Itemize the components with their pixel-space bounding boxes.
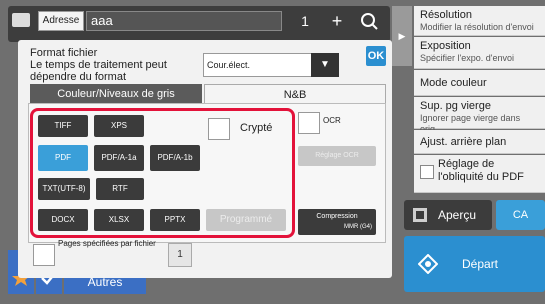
tab-color[interactable]: Couleur/Niveaux de gris	[30, 84, 202, 104]
menu-color-mode[interactable]: Mode couleur	[414, 70, 545, 96]
preview-button[interactable]: Aperçu	[404, 200, 492, 230]
menu-exposition-title: Exposition	[420, 40, 471, 52]
preview-label: Aperçu	[438, 208, 477, 222]
address-label[interactable]: Adresse	[38, 11, 84, 31]
crypted-label: Crypté	[240, 122, 273, 134]
ocr-settings-button[interactable]: Réglage OCR	[298, 146, 376, 166]
address-field[interactable]: aaa	[86, 11, 282, 31]
start-icon	[418, 254, 438, 274]
compression-value: MMR (G4)	[344, 224, 372, 230]
pages-per-file-label: Pages spécifiées par fichier	[58, 239, 156, 248]
start-button[interactable]: Départ	[404, 236, 545, 292]
menu-blank-page[interactable]: Sup. pg vierge Ignorer page vierge dans …	[414, 97, 545, 134]
search-button[interactable]	[356, 10, 382, 32]
menu-resolution[interactable]: Résolution Modifier la résolution d'envo…	[414, 6, 545, 36]
menu-resolution-sub: Modifier la résolution d'envoi	[420, 22, 534, 32]
menu-background[interactable]: Ajust. arrière plan	[414, 130, 545, 154]
menu-color-mode-title: Mode couleur	[420, 77, 487, 89]
menu-exposition[interactable]: Exposition Spécifier l'expo. d'envoi	[414, 37, 545, 69]
compression-label: Compression	[316, 213, 358, 220]
menu-blank-page-title: Sup. pg vierge	[420, 100, 491, 112]
ok-button[interactable]: OK	[366, 46, 386, 66]
copies-count: 1	[301, 13, 309, 29]
collapse-menu-arrow[interactable]: ▶	[392, 6, 412, 66]
start-label: Départ	[462, 257, 499, 271]
address-book-icon[interactable]	[12, 13, 30, 27]
compression-button[interactable]: Compression MMR (G4)	[298, 209, 376, 235]
ocr-checkbox[interactable]	[298, 112, 320, 134]
file-format-label: Format fichier Le temps de traitement pe…	[30, 47, 167, 83]
ca-button[interactable]: CA	[496, 200, 545, 230]
search-icon	[361, 13, 378, 30]
ocr-label: OCR	[323, 116, 341, 125]
menu-pdf-skew-title: Réglage de l'obliquité du PDF	[438, 158, 524, 183]
chevron-down-icon[interactable]: ▼	[311, 53, 339, 77]
add-button[interactable]: +	[324, 10, 350, 32]
menu-background-title: Ajust. arrière plan	[420, 136, 507, 148]
preview-icon	[413, 208, 427, 222]
pdf-skew-checkbox[interactable]	[420, 165, 434, 179]
crypted-checkbox[interactable]	[208, 118, 230, 140]
tab-bw[interactable]: N&B	[204, 84, 386, 104]
menu-resolution-title: Résolution	[420, 9, 472, 21]
pages-per-file-value[interactable]: 1	[168, 243, 192, 267]
pages-per-file-checkbox[interactable]	[33, 244, 55, 266]
menu-exposition-sub: Spécifier l'expo. d'envoi	[420, 53, 514, 63]
